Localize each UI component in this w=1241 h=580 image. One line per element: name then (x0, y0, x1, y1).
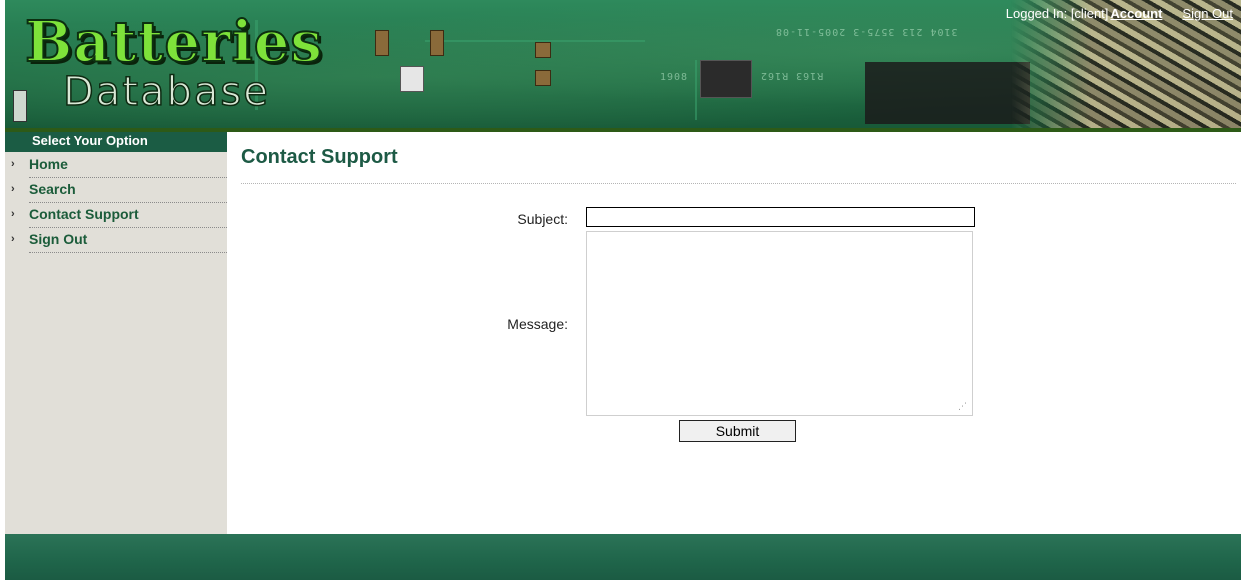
sidebar-link-contact-support[interactable]: Contact Support (29, 202, 227, 228)
resize-grip-icon[interactable]: ⋰ (958, 402, 967, 411)
sidebar-menu: › Home › Search › Contact Support › Sign… (5, 152, 227, 253)
logged-in-text: Logged In: [client] (1005, 6, 1109, 21)
header-banner: 3104 213 3575-3 2005-11-08 R163 R162 190… (5, 0, 1241, 132)
pcb-capacitor (535, 42, 551, 58)
logo-title: Batteries (24, 9, 323, 75)
sidebar-item-contact-support: › Contact Support (5, 202, 227, 228)
pcb-silkscreen: 3104 213 3575-3 2005-11-08 (775, 26, 958, 37)
header-sign-out-link[interactable]: Sign Out (1182, 6, 1233, 21)
footer-bar (5, 534, 1241, 580)
subject-input[interactable] (586, 207, 975, 227)
sidebar: Select Your Option › Home › Search › Con… (5, 132, 227, 534)
sidebar-link-home[interactable]: Home (29, 152, 227, 178)
sidebar-item-home: › Home (5, 152, 227, 178)
sidebar-item-sign-out: › Sign Out (5, 227, 227, 253)
logo-battery-icon (13, 90, 27, 122)
message-textarea[interactable] (586, 231, 973, 416)
pcb-dark-region (865, 62, 1030, 124)
title-divider (241, 183, 1236, 184)
arrow-right-icon: › (11, 158, 15, 170)
pcb-capacitor (375, 30, 389, 56)
pcb-chip (700, 60, 752, 98)
arrow-right-icon: › (11, 183, 15, 195)
pcb-silkscreen: R163 R162 (760, 70, 824, 81)
pcb-trace (695, 60, 697, 120)
pcb-silkscreen: 1908 (660, 72, 689, 83)
pcb-capacitor (430, 30, 444, 56)
sidebar-item-search: › Search (5, 177, 227, 203)
arrow-right-icon: › (11, 208, 15, 220)
arrow-right-icon: › (11, 233, 15, 245)
pcb-capacitor (535, 70, 551, 86)
sidebar-link-search[interactable]: Search (29, 177, 227, 203)
sidebar-link-sign-out[interactable]: Sign Out (29, 227, 227, 253)
subject-label: Subject: (517, 211, 568, 227)
submit-button[interactable]: Submit (679, 420, 796, 442)
page-title: Contact Support (241, 146, 398, 168)
user-bar: Logged In: [client] Account Sign Out (1006, 6, 1233, 21)
pcb-connector (400, 66, 424, 92)
account-link[interactable]: Account (1110, 6, 1162, 21)
logo-subtitle: Database (62, 69, 270, 115)
message-label: Message: (507, 316, 568, 332)
sidebar-title: Select Your Option (5, 132, 227, 152)
